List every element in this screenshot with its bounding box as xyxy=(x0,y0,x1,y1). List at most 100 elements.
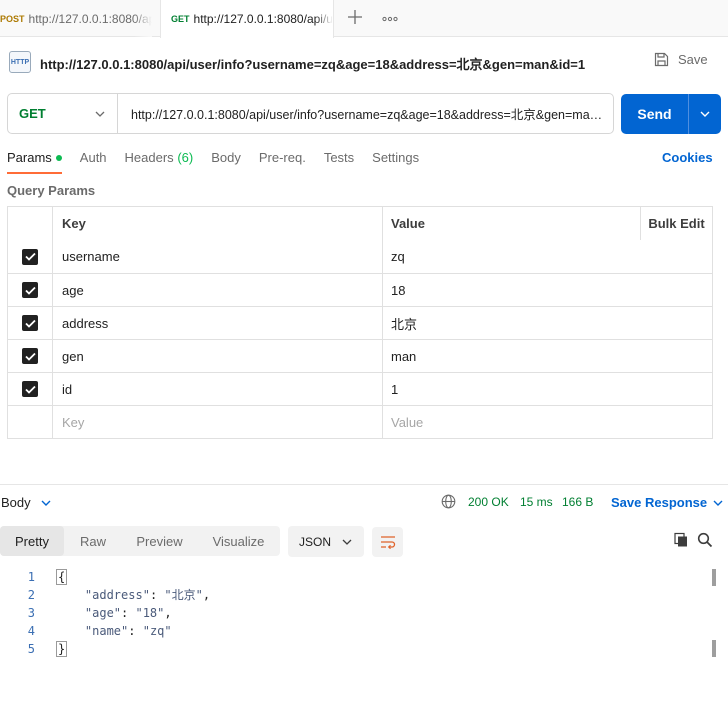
response-size[interactable]: 166 B xyxy=(562,495,593,509)
param-key[interactable]: address xyxy=(53,307,383,339)
code-line: 4 "name": "zq" xyxy=(0,622,712,640)
search-icon[interactable] xyxy=(697,532,713,551)
response-divider[interactable] xyxy=(0,484,728,485)
tab-settings[interactable]: Settings xyxy=(372,150,419,174)
open-brace: { xyxy=(56,569,68,585)
tab-url: http://127.0.0.1:8080/api/u xyxy=(193,12,333,26)
send-label: Send xyxy=(637,106,672,122)
request-tab-get[interactable]: GET http://127.0.0.1:8080/api/u xyxy=(160,0,334,38)
table-header-row: Key Value Bulk Edit xyxy=(8,207,712,240)
chevron-down-icon xyxy=(342,539,352,545)
close-brace: } xyxy=(56,641,68,657)
tab-params[interactable]: Params xyxy=(7,150,62,174)
send-button[interactable]: Send xyxy=(621,94,721,134)
tab-method: POST xyxy=(0,13,25,24)
line-number: 5 xyxy=(27,642,35,656)
param-key[interactable]: id xyxy=(53,373,383,405)
save-button[interactable]: Save xyxy=(654,52,708,67)
chevron-down-icon xyxy=(713,500,723,506)
url-input[interactable]: http://127.0.0.1:8080/api/user/info?user… xyxy=(118,104,613,123)
tab-tests[interactable]: Tests xyxy=(324,150,354,174)
json-value: "zq" xyxy=(142,624,172,638)
save-response-button[interactable]: Save Response xyxy=(611,495,723,510)
scrollbar-marker[interactable] xyxy=(712,569,716,586)
table-row: id 1 xyxy=(8,372,712,405)
param-value[interactable]: 1 xyxy=(383,373,640,405)
param-key[interactable]: age xyxy=(53,274,383,306)
json-value: "北京" xyxy=(164,588,203,602)
table-row-empty: Key Value xyxy=(8,405,712,438)
format-label: JSON xyxy=(299,534,332,549)
bulk-edit-button[interactable]: Bulk Edit xyxy=(640,207,712,240)
tab-body[interactable]: Body xyxy=(211,150,241,174)
http-request-icon: HTTP xyxy=(9,51,31,73)
headers-count: (6) xyxy=(177,150,194,165)
view-tab-visualize[interactable]: Visualize xyxy=(197,526,280,556)
code-line: 1{ xyxy=(0,568,712,586)
scrollbar-marker[interactable] xyxy=(712,640,716,657)
tab-prereq[interactable]: Pre-req. xyxy=(259,150,306,174)
globe-icon[interactable] xyxy=(441,494,456,512)
params-active-dot xyxy=(55,154,62,161)
param-enable-checkbox[interactable] xyxy=(8,240,53,273)
response-view-tabs: Pretty Raw Preview Visualize xyxy=(0,526,280,556)
copy-icon[interactable] xyxy=(673,532,689,551)
query-params-label: Query Params xyxy=(7,183,96,198)
checkmark-icon xyxy=(22,348,38,364)
request-tabs: Params Auth Headers (6) Body Pre-req. Te… xyxy=(7,150,437,174)
json-key: "address" xyxy=(84,588,150,602)
param-value[interactable]: 18 xyxy=(383,274,640,306)
wrap-lines-icon[interactable] xyxy=(372,527,403,557)
new-key-input[interactable]: Key xyxy=(53,406,383,438)
send-options-chevron-icon[interactable] xyxy=(689,111,721,117)
line-number: 4 xyxy=(27,624,35,638)
param-enable-checkbox[interactable] xyxy=(8,340,53,372)
chevron-down-icon xyxy=(41,500,51,506)
line-number: 2 xyxy=(27,588,35,602)
format-select[interactable]: JSON xyxy=(288,526,364,557)
method-select[interactable]: GET xyxy=(8,94,118,133)
column-header-key: Key xyxy=(53,207,383,240)
tab-headers[interactable]: Headers (6) xyxy=(125,150,194,174)
column-header-value: Value xyxy=(391,216,425,231)
code-line: 2 "address": "北京", xyxy=(0,586,712,604)
response-code-viewer[interactable]: 1{ 2 "address": "北京", 3 "age": "18", 4 "… xyxy=(0,568,712,658)
line-number: 1 xyxy=(27,570,35,584)
cookies-link[interactable]: Cookies xyxy=(662,150,713,165)
view-tab-pretty[interactable]: Pretty xyxy=(0,526,64,556)
status-code[interactable]: 200 OK xyxy=(468,495,509,509)
query-params-table: Key Value Bulk Edit username zq age 18 addre… xyxy=(7,206,713,439)
view-tab-preview[interactable]: Preview xyxy=(122,526,197,556)
param-value[interactable]: man xyxy=(383,340,640,372)
table-row: age 18 xyxy=(8,273,712,306)
view-tab-raw[interactable]: Raw xyxy=(64,526,122,556)
new-tab-plus-icon[interactable] xyxy=(346,8,364,28)
response-body-dropdown[interactable]: Body xyxy=(1,495,51,510)
code-line: 5} xyxy=(0,640,712,658)
checkmark-icon xyxy=(22,381,38,397)
more-options-icon[interactable] xyxy=(382,9,400,27)
chevron-down-icon xyxy=(95,111,105,117)
code-line: 3 "age": "18", xyxy=(0,604,712,622)
param-key[interactable]: gen xyxy=(53,340,383,372)
param-value[interactable]: zq xyxy=(383,240,640,273)
json-key: "name" xyxy=(84,624,129,638)
table-row: address 北京 xyxy=(8,306,712,339)
tab-strip: POST http://127.0.0.1:8080/api/u GET htt… xyxy=(0,0,728,38)
new-value-input[interactable]: Value xyxy=(383,406,712,438)
param-enable-checkbox[interactable] xyxy=(8,307,53,339)
param-enable-checkbox[interactable] xyxy=(8,373,53,405)
json-value: "18" xyxy=(135,606,165,620)
body-label: Body xyxy=(1,495,31,510)
param-value[interactable]: 北京 xyxy=(383,307,640,339)
tab-auth[interactable]: Auth xyxy=(80,150,107,174)
param-key[interactable]: username xyxy=(53,240,383,273)
line-number: 3 xyxy=(27,606,35,620)
response-time[interactable]: 15 ms xyxy=(520,495,553,509)
table-row: username zq xyxy=(8,240,712,273)
request-title[interactable]: http://127.0.0.1:8080/api/user/info?user… xyxy=(40,54,585,73)
save-icon xyxy=(654,52,669,67)
param-enable-checkbox[interactable] xyxy=(8,274,53,306)
method-label: GET xyxy=(19,106,46,121)
request-tab-post[interactable]: POST http://127.0.0.1:8080/api/u xyxy=(0,0,152,37)
